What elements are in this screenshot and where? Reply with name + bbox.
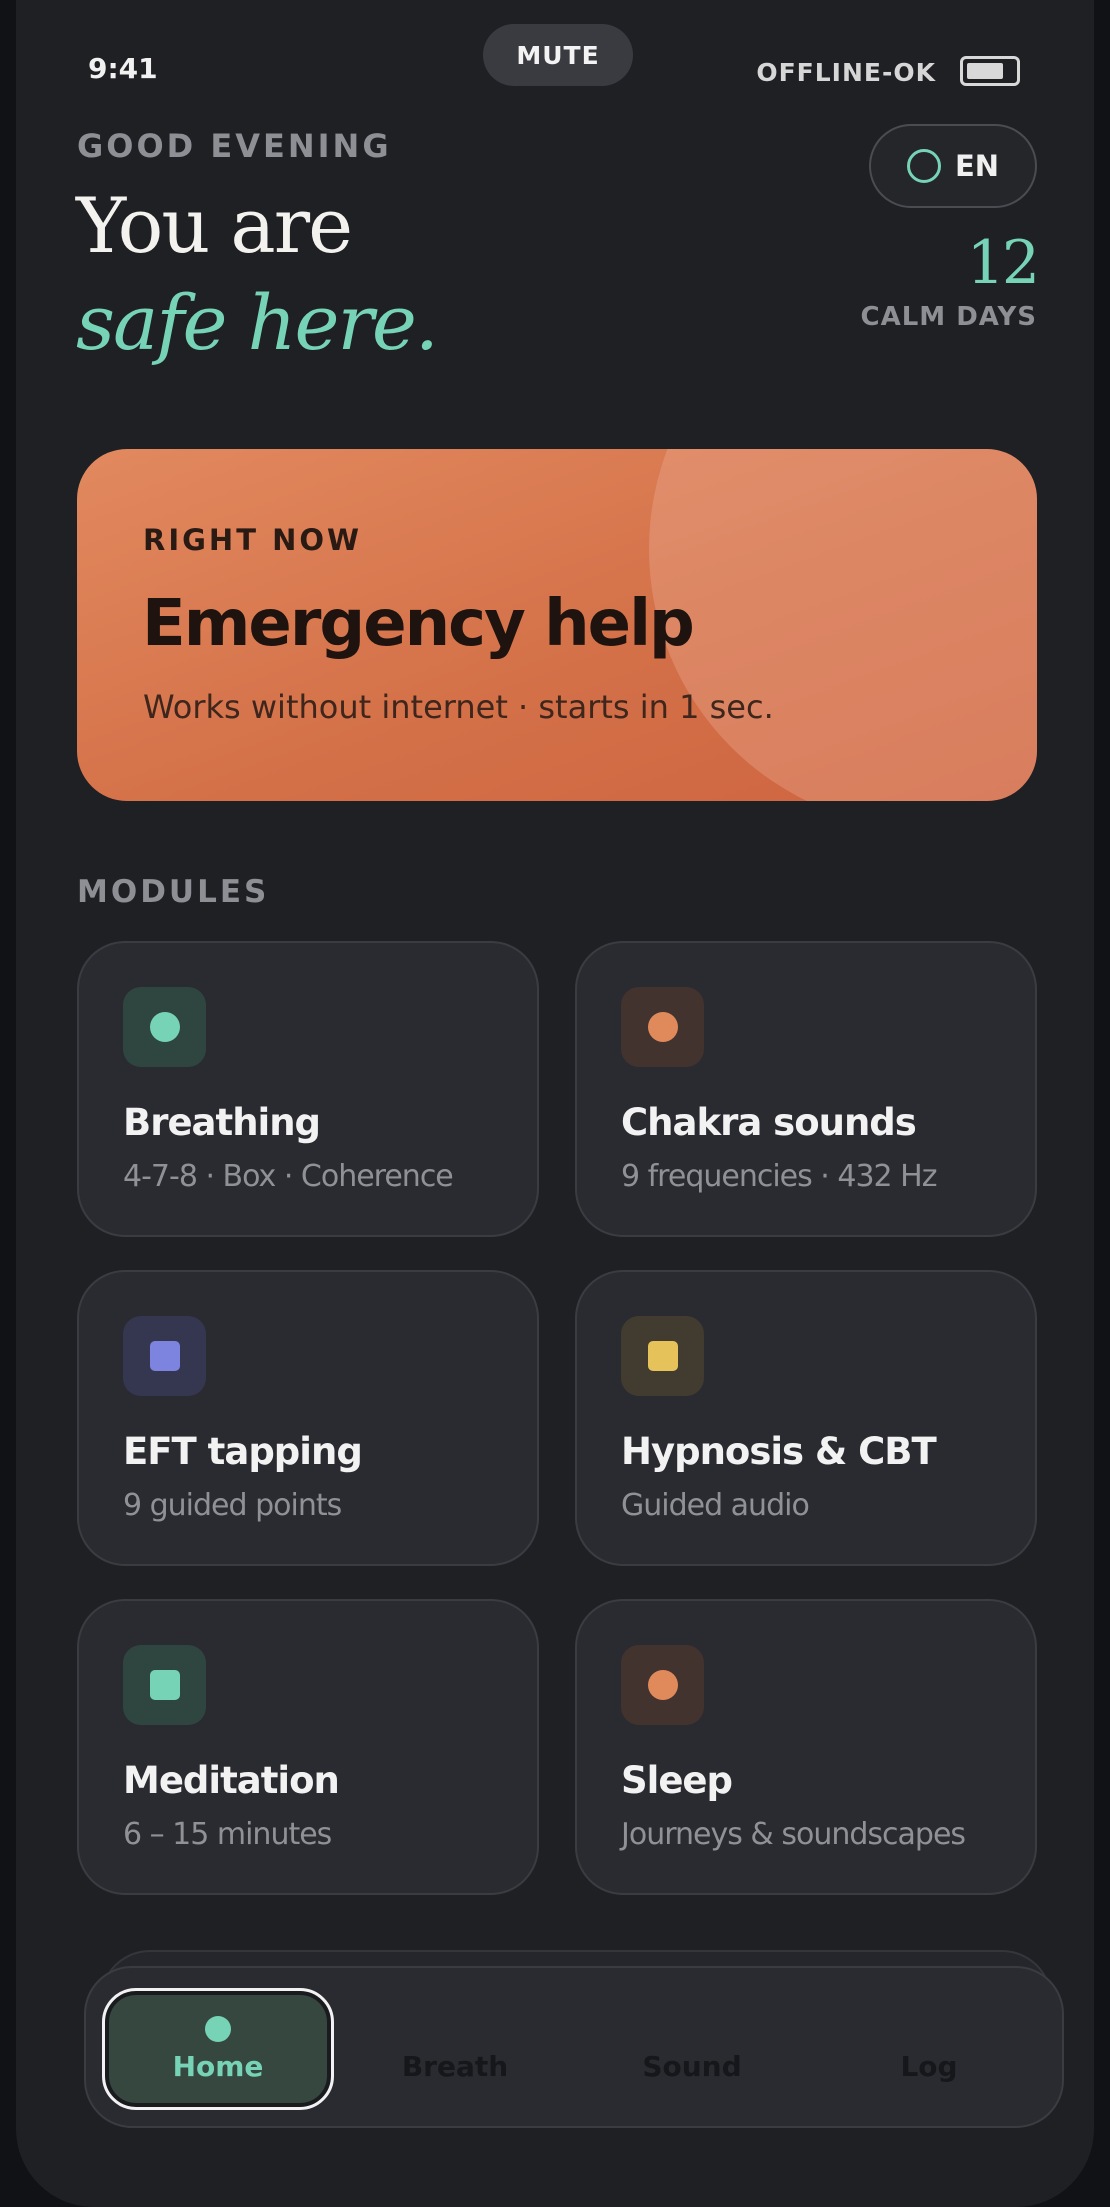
chakra-icon: [621, 987, 704, 1067]
module-title: Sleep: [621, 1759, 733, 1802]
battery-icon: [960, 56, 1020, 86]
offline-status: OFFLINE-OK: [756, 58, 936, 87]
breathing-icon: [123, 987, 206, 1067]
nav-item-home[interactable]: Home: [102, 1988, 334, 2110]
module-title: Meditation: [123, 1759, 340, 1802]
calm-days-count: 12: [966, 228, 1040, 298]
module-subtitle: Journeys & soundscapes: [621, 1817, 966, 1852]
home-dot-icon: [205, 2015, 231, 2042]
nav-item-breath[interactable]: Breath: [339, 1988, 571, 2110]
app-screen: 9:41 MUTE OFFLINE-OK GOOD EVENING You ar…: [16, 0, 1094, 2207]
module-card-meditation[interactable]: Meditation 6 – 15 minutes: [77, 1599, 539, 1895]
page-title-line1: You are: [76, 181, 353, 270]
emergency-title: Emergency help: [142, 587, 695, 661]
meditation-icon: [123, 1645, 206, 1725]
module-subtitle: Guided audio: [621, 1488, 810, 1523]
emergency-kicker: RIGHT NOW: [143, 523, 362, 557]
nav-label: Home: [172, 2049, 264, 2083]
module-card-eft-tapping[interactable]: EFT tapping 9 guided points: [77, 1270, 539, 1566]
sleep-icon: [621, 1645, 704, 1725]
module-card-hypnosis-cbt[interactable]: Hypnosis & CBT Guided audio: [575, 1270, 1037, 1566]
nav-item-sound[interactable]: Sound: [576, 1988, 808, 2110]
nav-label: Log: [900, 2049, 958, 2083]
decorative-circle: [649, 449, 1037, 801]
module-title: Hypnosis & CBT: [621, 1430, 937, 1473]
module-subtitle: 9 frequencies · 432 Hz: [621, 1159, 937, 1194]
page-title-line2: safe here.: [76, 278, 439, 367]
module-title: Breathing: [123, 1101, 321, 1144]
emergency-help-card[interactable]: RIGHT NOW Emergency help Works without i…: [77, 449, 1037, 801]
module-subtitle: 4-7-8 · Box · Coherence: [123, 1159, 454, 1194]
greeting-label: GOOD EVENING: [77, 127, 392, 165]
status-time: 9:41: [88, 52, 158, 85]
module-subtitle: 6 – 15 minutes: [123, 1817, 332, 1852]
module-card-sleep[interactable]: Sleep Journeys & soundscapes: [575, 1599, 1037, 1895]
module-subtitle: 9 guided points: [123, 1488, 342, 1523]
bottom-nav: Home Breath Sound Log: [84, 1966, 1064, 2128]
emergency-subtitle: Works without internet · starts in 1 sec…: [143, 688, 774, 726]
eft-icon: [123, 1316, 206, 1396]
mute-button[interactable]: MUTE: [483, 24, 633, 86]
language-toggle[interactable]: EN: [869, 124, 1037, 208]
nav-label: Sound: [642, 2049, 742, 2083]
module-title: Chakra sounds: [621, 1101, 917, 1144]
modules-section-label: MODULES: [77, 874, 270, 910]
language-circle-icon: [906, 149, 941, 183]
calm-days-label: CALM DAYS: [860, 302, 1037, 332]
language-label: EN: [954, 149, 1000, 183]
nav-label: Breath: [401, 2049, 509, 2083]
nav-item-log[interactable]: Log: [813, 1988, 1045, 2110]
hypnosis-icon: [621, 1316, 704, 1396]
module-card-chakra-sounds[interactable]: Chakra sounds 9 frequencies · 432 Hz: [575, 941, 1037, 1237]
phone-frame: 9:41 MUTE OFFLINE-OK GOOD EVENING You ar…: [0, 0, 1110, 2207]
module-card-breathing[interactable]: Breathing 4-7-8 · Box · Coherence: [77, 941, 539, 1237]
module-title: EFT tapping: [123, 1430, 363, 1473]
